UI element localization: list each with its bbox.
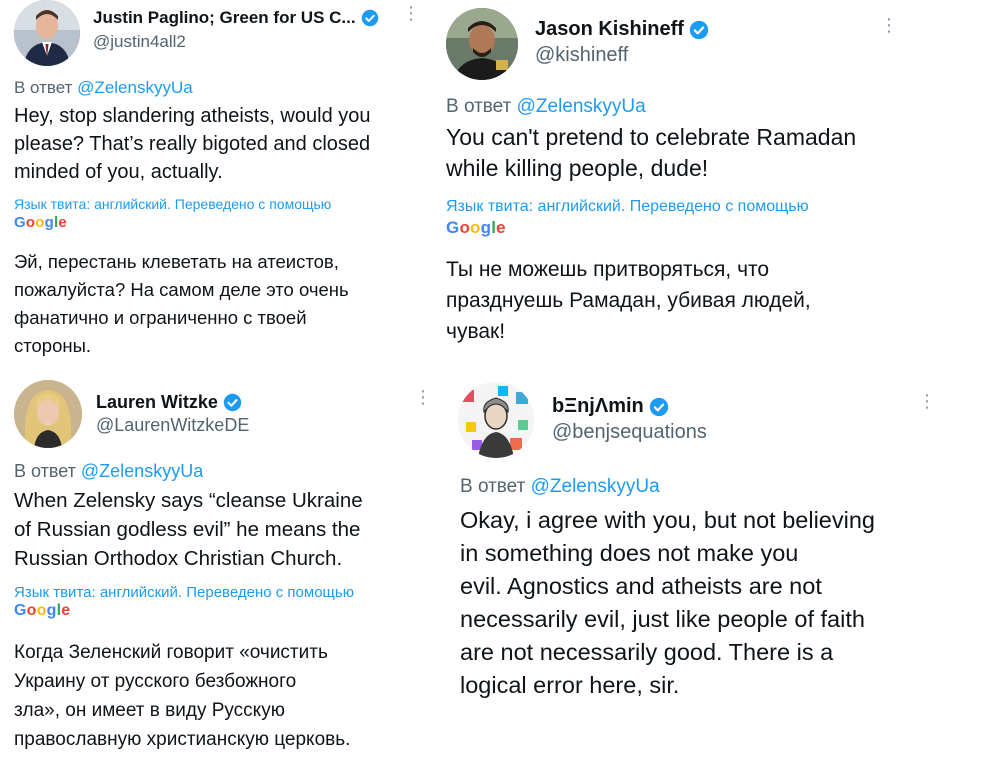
verified-badge-icon	[649, 397, 668, 416]
user-handle[interactable]: @benjsequations	[552, 421, 707, 444]
more-vertical-icon[interactable]: ⋮	[918, 392, 936, 410]
translation-note-link[interactable]: Язык твита: английский. Переведено с пом…	[14, 584, 354, 601]
translated-text: Эй, перестань клеветать на атеистов, пож…	[14, 251, 349, 356]
reply-context: В ответ @ZelenskyyUa	[14, 78, 193, 97]
verified-badge-icon	[689, 20, 709, 39]
avatar-photo-icon	[458, 382, 534, 458]
display-name[interactable]: Justin Paglino; Green for US C...	[93, 8, 379, 28]
tweet-text: Okay, i agree with you, but not believin…	[460, 507, 875, 698]
translation-note-link[interactable]: Язык твита: английский. Переведено с пом…	[14, 196, 331, 212]
google-logo: Google	[446, 218, 506, 237]
avatar-photo-icon	[14, 0, 80, 66]
avatar[interactable]	[446, 8, 518, 80]
tweet-card-lauren[interactable]: Lauren Witzke @LaurenWitzkeDE ⋮ В ответ …	[0, 372, 440, 772]
reply-mention-link[interactable]: @ZelenskyyUa	[531, 476, 660, 497]
translated-text: Ты не можешь притворяться, что празднуеш…	[446, 258, 811, 343]
tweet-card-jason[interactable]: Jason Kishineff @kishineff ⋮ В ответ @Ze…	[440, 0, 1008, 370]
tweet-card-justin[interactable]: Justin Paglino; Green for US C... @justi…	[0, 0, 440, 370]
avatar-photo-icon	[446, 8, 518, 80]
display-name[interactable]: bΞnjΛmin	[552, 395, 669, 418]
user-handle[interactable]: @kishineff	[535, 44, 628, 67]
reply-context: В ответ @ZelenskyyUa	[446, 96, 646, 117]
avatar-photo-icon	[14, 380, 82, 448]
display-name[interactable]: Lauren Witzke	[96, 392, 242, 413]
verified-badge-icon	[223, 393, 242, 412]
google-logo: Google	[14, 602, 71, 619]
user-handle[interactable]: @justin4all2	[93, 32, 186, 52]
more-vertical-icon[interactable]: ⋮	[880, 16, 898, 34]
display-name[interactable]: Jason Kishineff	[535, 18, 709, 41]
tweet-card-benjamin[interactable]: bΞnjΛmin @benjsequations ⋮ В ответ @Zele…	[440, 372, 1008, 772]
avatar[interactable]	[458, 382, 534, 458]
reply-mention-link[interactable]: @ZelenskyyUa	[81, 461, 203, 481]
reply-mention-link[interactable]: @ZelenskyyUa	[517, 96, 646, 117]
tweet-text: When Zelensky says “cleanse Ukraine of R…	[14, 489, 363, 570]
tweet-text: You can't pretend to celebrate Ramadan w…	[446, 124, 857, 181]
more-vertical-icon[interactable]: ⋮	[402, 4, 420, 22]
reply-mention-link[interactable]: @ZelenskyyUa	[77, 78, 193, 97]
translation-note-link[interactable]: Язык твита: английский. Переведено с пом…	[446, 198, 809, 216]
user-handle[interactable]: @LaurenWitzkeDE	[96, 415, 249, 436]
avatar[interactable]	[14, 380, 82, 448]
translated-text: Когда Зеленский говорит «очистить Украин…	[14, 642, 351, 750]
reply-context: В ответ @ZelenskyyUa	[14, 461, 204, 481]
avatar[interactable]	[14, 0, 80, 66]
tweet-text: Hey, stop slandering atheists, would you…	[14, 105, 371, 183]
reply-context: В ответ @ZelenskyyUa	[460, 476, 660, 497]
google-logo: Google	[14, 214, 67, 231]
more-vertical-icon[interactable]: ⋮	[414, 388, 432, 406]
verified-badge-icon	[361, 9, 378, 27]
